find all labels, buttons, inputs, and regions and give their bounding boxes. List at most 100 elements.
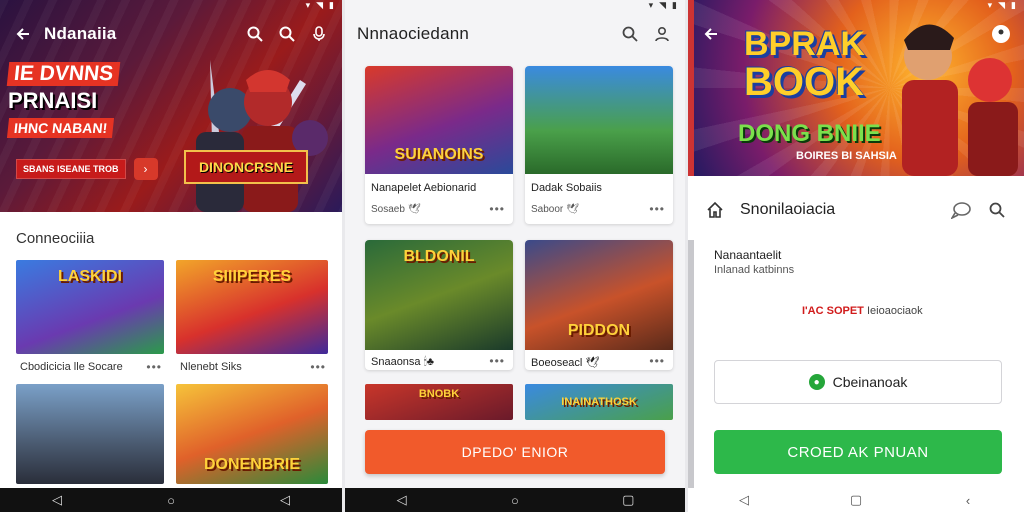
phone-screen-game-detail: BPRAK BOOK DONG BNIIE BOIRES BI SAHSIA ▾…: [688, 0, 1024, 512]
game-card-banner: LASKIDI: [58, 268, 122, 285]
app-bar: Nnnaociedann: [345, 20, 685, 48]
game-card-peek[interactable]: BNOBK: [365, 384, 513, 420]
game-card-4[interactable]: DONENBRIE: [176, 384, 328, 484]
nav-home-icon[interactable]: ▢: [844, 492, 868, 508]
game-card-banner: PIDDON: [567, 322, 631, 339]
battery-icon: ▮: [1011, 0, 1016, 10]
status-bar: ▾ ◥ ▮: [649, 0, 677, 10]
battery-icon: ▮: [672, 0, 677, 10]
game-title: Snaaonsa 🕯♣: [371, 356, 434, 368]
promo-line-2: PRNAISI: [8, 88, 98, 113]
more-options-icon[interactable]: •••: [489, 202, 505, 216]
game-card-2[interactable]: SIIIPERES: [176, 260, 328, 354]
system-nav-bar: ◁ ▢ ‹: [688, 488, 1024, 512]
developer-subtitle: Inlanad katbinns: [714, 264, 795, 276]
game-card-banner-wrap: BLDONIL: [365, 240, 513, 350]
search-icon-alt[interactable]: [276, 23, 298, 45]
nav-recents-icon[interactable]: ‹: [956, 493, 980, 508]
game-card-banner: DONENBRIE: [203, 456, 300, 473]
phone-screen-game-list: ▾ ◥ ▮ Nnnaociedann SUIANOINS Nanapelet A…: [345, 0, 685, 512]
developer-name: Nanaantaelit: [714, 248, 782, 262]
nav-home-icon[interactable]: ○: [159, 493, 183, 508]
chat-bubble-icon[interactable]: [950, 199, 972, 221]
search-icon[interactable]: [619, 23, 641, 45]
game-subtitle: Saboor 🕊: [531, 204, 579, 215]
primary-cta-button[interactable]: DPEDO' ENIOR: [365, 430, 665, 474]
system-nav-bar: ◁ ○ ▢: [345, 488, 685, 512]
back-arrow-icon[interactable]: [12, 23, 34, 45]
primary-install-button[interactable]: CROED AK PNUAN: [714, 430, 1002, 474]
signal-icon: ▾: [305, 0, 311, 10]
more-options-icon[interactable]: •••: [310, 360, 326, 374]
left-edge-peek: [688, 240, 694, 490]
game-card-3[interactable]: [16, 384, 164, 484]
nav-back-icon[interactable]: ◁: [390, 492, 414, 508]
wifi-icon: ◥: [316, 0, 324, 10]
game-card[interactable]: BLDONIL Snaaonsa 🕯♣ •••: [365, 240, 513, 370]
game-card-peek[interactable]: INAINATHOSK: [525, 384, 673, 420]
app-title: Ndanaiia: [44, 24, 117, 43]
promo-text-block: IE DVNNS PRNAISI IHNC NABAN!: [6, 62, 148, 138]
game-card[interactable]: SUIANOINS Nanapelet Aebionarid Sosaeb 🕊 …: [365, 66, 513, 224]
game-card[interactable]: PIDDON Boeoseacl 🕊 •••: [525, 240, 673, 370]
arrow-right-icon[interactable]: ›: [133, 158, 158, 180]
game-card-1-meta: Cbodicicia lle Socare •••: [20, 360, 162, 374]
wifi-icon: ◥: [659, 0, 667, 10]
nav-recents-icon[interactable]: ◁: [273, 492, 297, 508]
app-bar: Ndanaiia: [0, 20, 342, 48]
secondary-button[interactable]: ● Cbeinanoak: [714, 360, 1002, 404]
promo-line-1: IE DVNNS: [6, 62, 121, 86]
nav-recents-icon[interactable]: ▢: [616, 492, 640, 508]
status-bar: ▾ ◥ ▮: [988, 0, 1016, 10]
signal-icon: ▾: [987, 0, 993, 10]
game-card-banner-wrap: PIDDON: [525, 240, 673, 350]
wifi-icon: ◥: [998, 0, 1006, 10]
promo-highlight: I'AC SOPET: [802, 305, 864, 317]
promo-line-3: IHNC NABAN!: [6, 118, 115, 138]
game-card-art: [16, 384, 164, 484]
search-icon[interactable]: [986, 199, 1008, 221]
game-card-art: [525, 66, 673, 174]
section-title: Conneociiia: [16, 230, 95, 247]
game-title: Boeoseacl 🕊: [531, 357, 600, 369]
nav-back-icon[interactable]: ◁: [45, 492, 69, 508]
game-card-1[interactable]: LASKIDI: [16, 260, 164, 354]
promo-cta[interactable]: SBANS ISEANE TROB ›: [16, 158, 158, 180]
profile-icon[interactable]: [651, 23, 673, 45]
more-options-icon[interactable]: •••: [649, 354, 665, 368]
more-options-icon[interactable]: •••: [649, 202, 665, 216]
hero-title-line-2: BOOK: [744, 60, 864, 104]
game-card-banner: SUIANOINS: [394, 146, 484, 163]
system-nav-bar: ◁ ○ ◁: [0, 488, 342, 512]
hero-game-logo: DINONCRSNE: [184, 150, 308, 184]
microphone-icon[interactable]: [308, 23, 330, 45]
game-card[interactable]: Dadak Sobaiis Saboor 🕊 •••: [525, 66, 673, 224]
battery-icon: ▮: [329, 0, 334, 10]
promo-line: I'AC SOPET Ieioaociaok: [802, 305, 923, 317]
app-bar: [688, 20, 1024, 48]
hero-tagline: BOIRES BI SAHSIA: [796, 150, 897, 162]
app-title: Nnnaociedann: [357, 24, 470, 43]
phone-screen-store-home: IE DVNNS PRNAISI IHNC NABAN! SBANS ISEAN…: [0, 0, 342, 512]
chat-icon: ●: [808, 374, 825, 390]
game-title: Nanapelet Aebionarid: [371, 182, 477, 194]
more-options-icon[interactable]: •••: [489, 354, 505, 368]
profile-badge-icon[interactable]: [990, 23, 1012, 45]
secondary-button-label[interactable]: Cbeinanoak: [833, 374, 908, 390]
promo-text: Ieioaociaok: [866, 305, 923, 317]
search-icon[interactable]: [244, 23, 266, 45]
hero-subtitle: DONG BNIIE: [738, 120, 881, 147]
game-card-banner: BLDONIL: [403, 248, 475, 265]
promo-cta-label[interactable]: SBANS ISEANE TROB: [16, 159, 126, 179]
detail-title: Snonilaoiacia: [740, 201, 836, 218]
signal-icon: ▾: [648, 0, 654, 10]
nav-home-icon[interactable]: ○: [503, 493, 527, 508]
more-options-icon[interactable]: •••: [146, 360, 162, 374]
nav-back-icon[interactable]: ◁: [732, 492, 756, 508]
home-icon[interactable]: [704, 199, 726, 221]
hero-characters-illustration: [196, 60, 328, 212]
detail-toolbar: Snonilaoiacia: [688, 190, 1024, 230]
game-card-banner: BNOBK: [418, 388, 460, 400]
game-card-banner: SIIIPERES: [212, 268, 292, 285]
back-arrow-icon[interactable]: [700, 23, 722, 45]
